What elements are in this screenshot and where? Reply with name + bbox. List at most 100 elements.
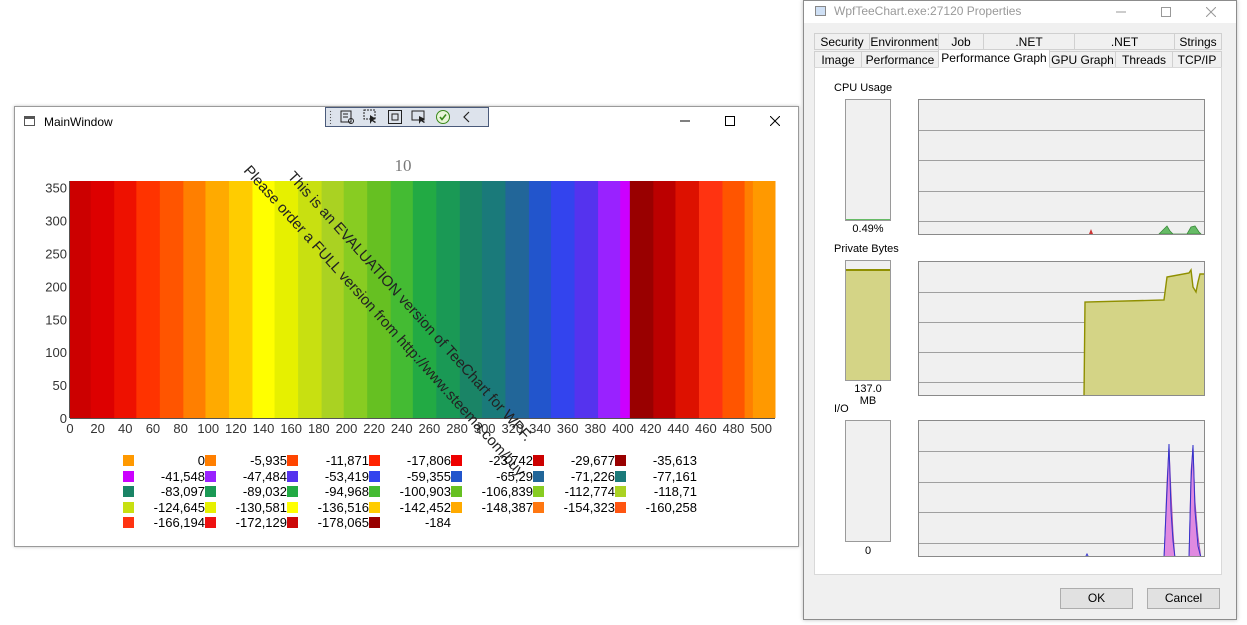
legend-item: -11,871 [287,453,369,468]
tab-tcp-ip[interactable]: TCP/IP [1172,51,1222,68]
private-bytes-graph [918,261,1205,396]
legend-item: -148,387 [451,499,533,515]
display-adorners-button[interactable] [385,109,405,125]
maximize-icon [1161,7,1171,17]
legend-item: -112,774 [533,484,615,499]
legend-value: -53,419 [324,468,369,484]
tab-performance-graph[interactable]: Performance Graph [938,49,1050,68]
contour-band [598,181,621,418]
legend-value: -65,29 [496,468,533,484]
maximize-button[interactable] [1144,1,1188,23]
cpu-usage-label: CPU Usage [834,82,893,94]
tab-job[interactable]: Job [938,33,984,50]
legend-value: -118,71 [653,484,697,499]
legend-item: 0 [123,453,205,468]
tab-security[interactable]: Security [814,33,870,50]
x-tick-label: 20 [90,421,104,436]
legend-swatch [615,455,626,466]
wpf-debug-toolbar [325,107,489,127]
contour-band [698,181,723,418]
cancel-button[interactable]: Cancel [1147,588,1220,609]
process-icon [815,6,826,16]
legend-swatch [615,501,626,513]
x-tick-label: 480 [723,421,745,436]
contour-band [90,181,115,418]
legend-value: -136,516 [317,499,369,515]
contour-band [159,181,184,418]
legend-item: -94,968 [287,484,369,499]
collapse-toolbar-button[interactable] [457,109,477,125]
io-graph [918,420,1205,557]
legend-item: -29,677 [533,453,615,468]
legend-value: -106,839 [481,484,533,499]
legend-swatch [369,517,380,528]
legend-value: -100,903 [399,484,451,499]
legend-swatch [369,486,380,497]
legend-value: -35,613 [652,453,697,468]
properties-titlebar: WpfTeeChart.exe:27120 Properties [804,1,1236,23]
legend-item: -5,935 [205,453,287,468]
tab-strings[interactable]: Strings [1174,33,1222,50]
cursor-select-button[interactable] [361,109,381,125]
legend-item: -100,903 [369,484,451,499]
legend-item: -77,161 [615,468,697,484]
select-element-button[interactable] [337,109,357,125]
legend-value: -148,387 [481,499,533,515]
x-tick-label: 360 [557,421,579,436]
legend-item: -124,645 [123,500,205,515]
legend-value: -94,968 [324,484,369,499]
cpu-history-area [1158,225,1202,234]
legend-value: 0 [197,453,205,468]
legend-item: -47,484 [205,469,287,484]
x-tick-label: 400 [612,421,634,436]
x-tick-label: 80 [173,421,187,436]
legend-swatch [451,501,462,513]
tab-performance[interactable]: Performance [861,51,939,68]
legend-swatch [533,486,544,497]
legend-item: -154,323 [533,500,615,515]
contour-band [551,181,576,418]
legend-swatch [615,470,626,482]
y-tick-label: 250 [45,246,67,261]
legend-swatch [451,486,462,497]
minimize-button[interactable] [1099,1,1143,23]
binding-check-button[interactable] [433,109,453,125]
legend-item: -172,129 [205,515,287,530]
legend-swatch [287,486,298,497]
legend-item: -35,613 [615,453,697,468]
check-circle-icon [436,110,450,124]
close-button[interactable] [1189,1,1233,23]
legend-item: -65,29 [451,468,533,484]
x-tick-label: 460 [695,421,717,436]
x-tick-label: 220 [363,421,385,436]
tab-net-assemblies[interactable]: .NET Assemblies [983,33,1075,66]
legend-item: -83,097 [123,484,205,499]
toolbar-grip[interactable] [329,110,333,124]
properties-window-title: WpfTeeChart.exe:27120 Properties [834,4,1022,18]
tab-net-performance[interactable]: .NET Performance [1074,33,1175,66]
tab-threads[interactable]: Threads [1115,51,1173,68]
cpu-value: 0.49% [852,223,884,235]
tab-environment[interactable]: Environment [869,33,939,50]
tab-gpu-graph[interactable]: GPU Graph [1049,51,1116,68]
legend-swatch [123,486,134,497]
legend-item: -59,355 [369,469,451,484]
legend-value: -71,226 [570,468,615,484]
legend-swatch [451,470,462,482]
track-focus-button[interactable] [409,109,429,125]
legend-swatch [123,517,134,528]
legend-swatch [369,455,380,466]
x-tick-label: 280 [446,421,468,436]
chart-title: 10 [395,156,412,175]
ok-button[interactable]: OK [1060,588,1133,609]
legend-value: -41,548 [160,468,205,484]
minimize-icon [1116,11,1126,13]
x-tick-label: 60 [146,421,160,436]
legend-value: -160,258 [645,499,697,515]
legend-swatch [205,470,216,482]
x-tick-label: 0 [66,421,73,436]
tab-image[interactable]: Image [814,51,862,68]
private-bytes-label: Private Bytes [834,243,899,255]
cpu-gauge [845,99,891,221]
legend-value: -77,161 [652,468,697,484]
